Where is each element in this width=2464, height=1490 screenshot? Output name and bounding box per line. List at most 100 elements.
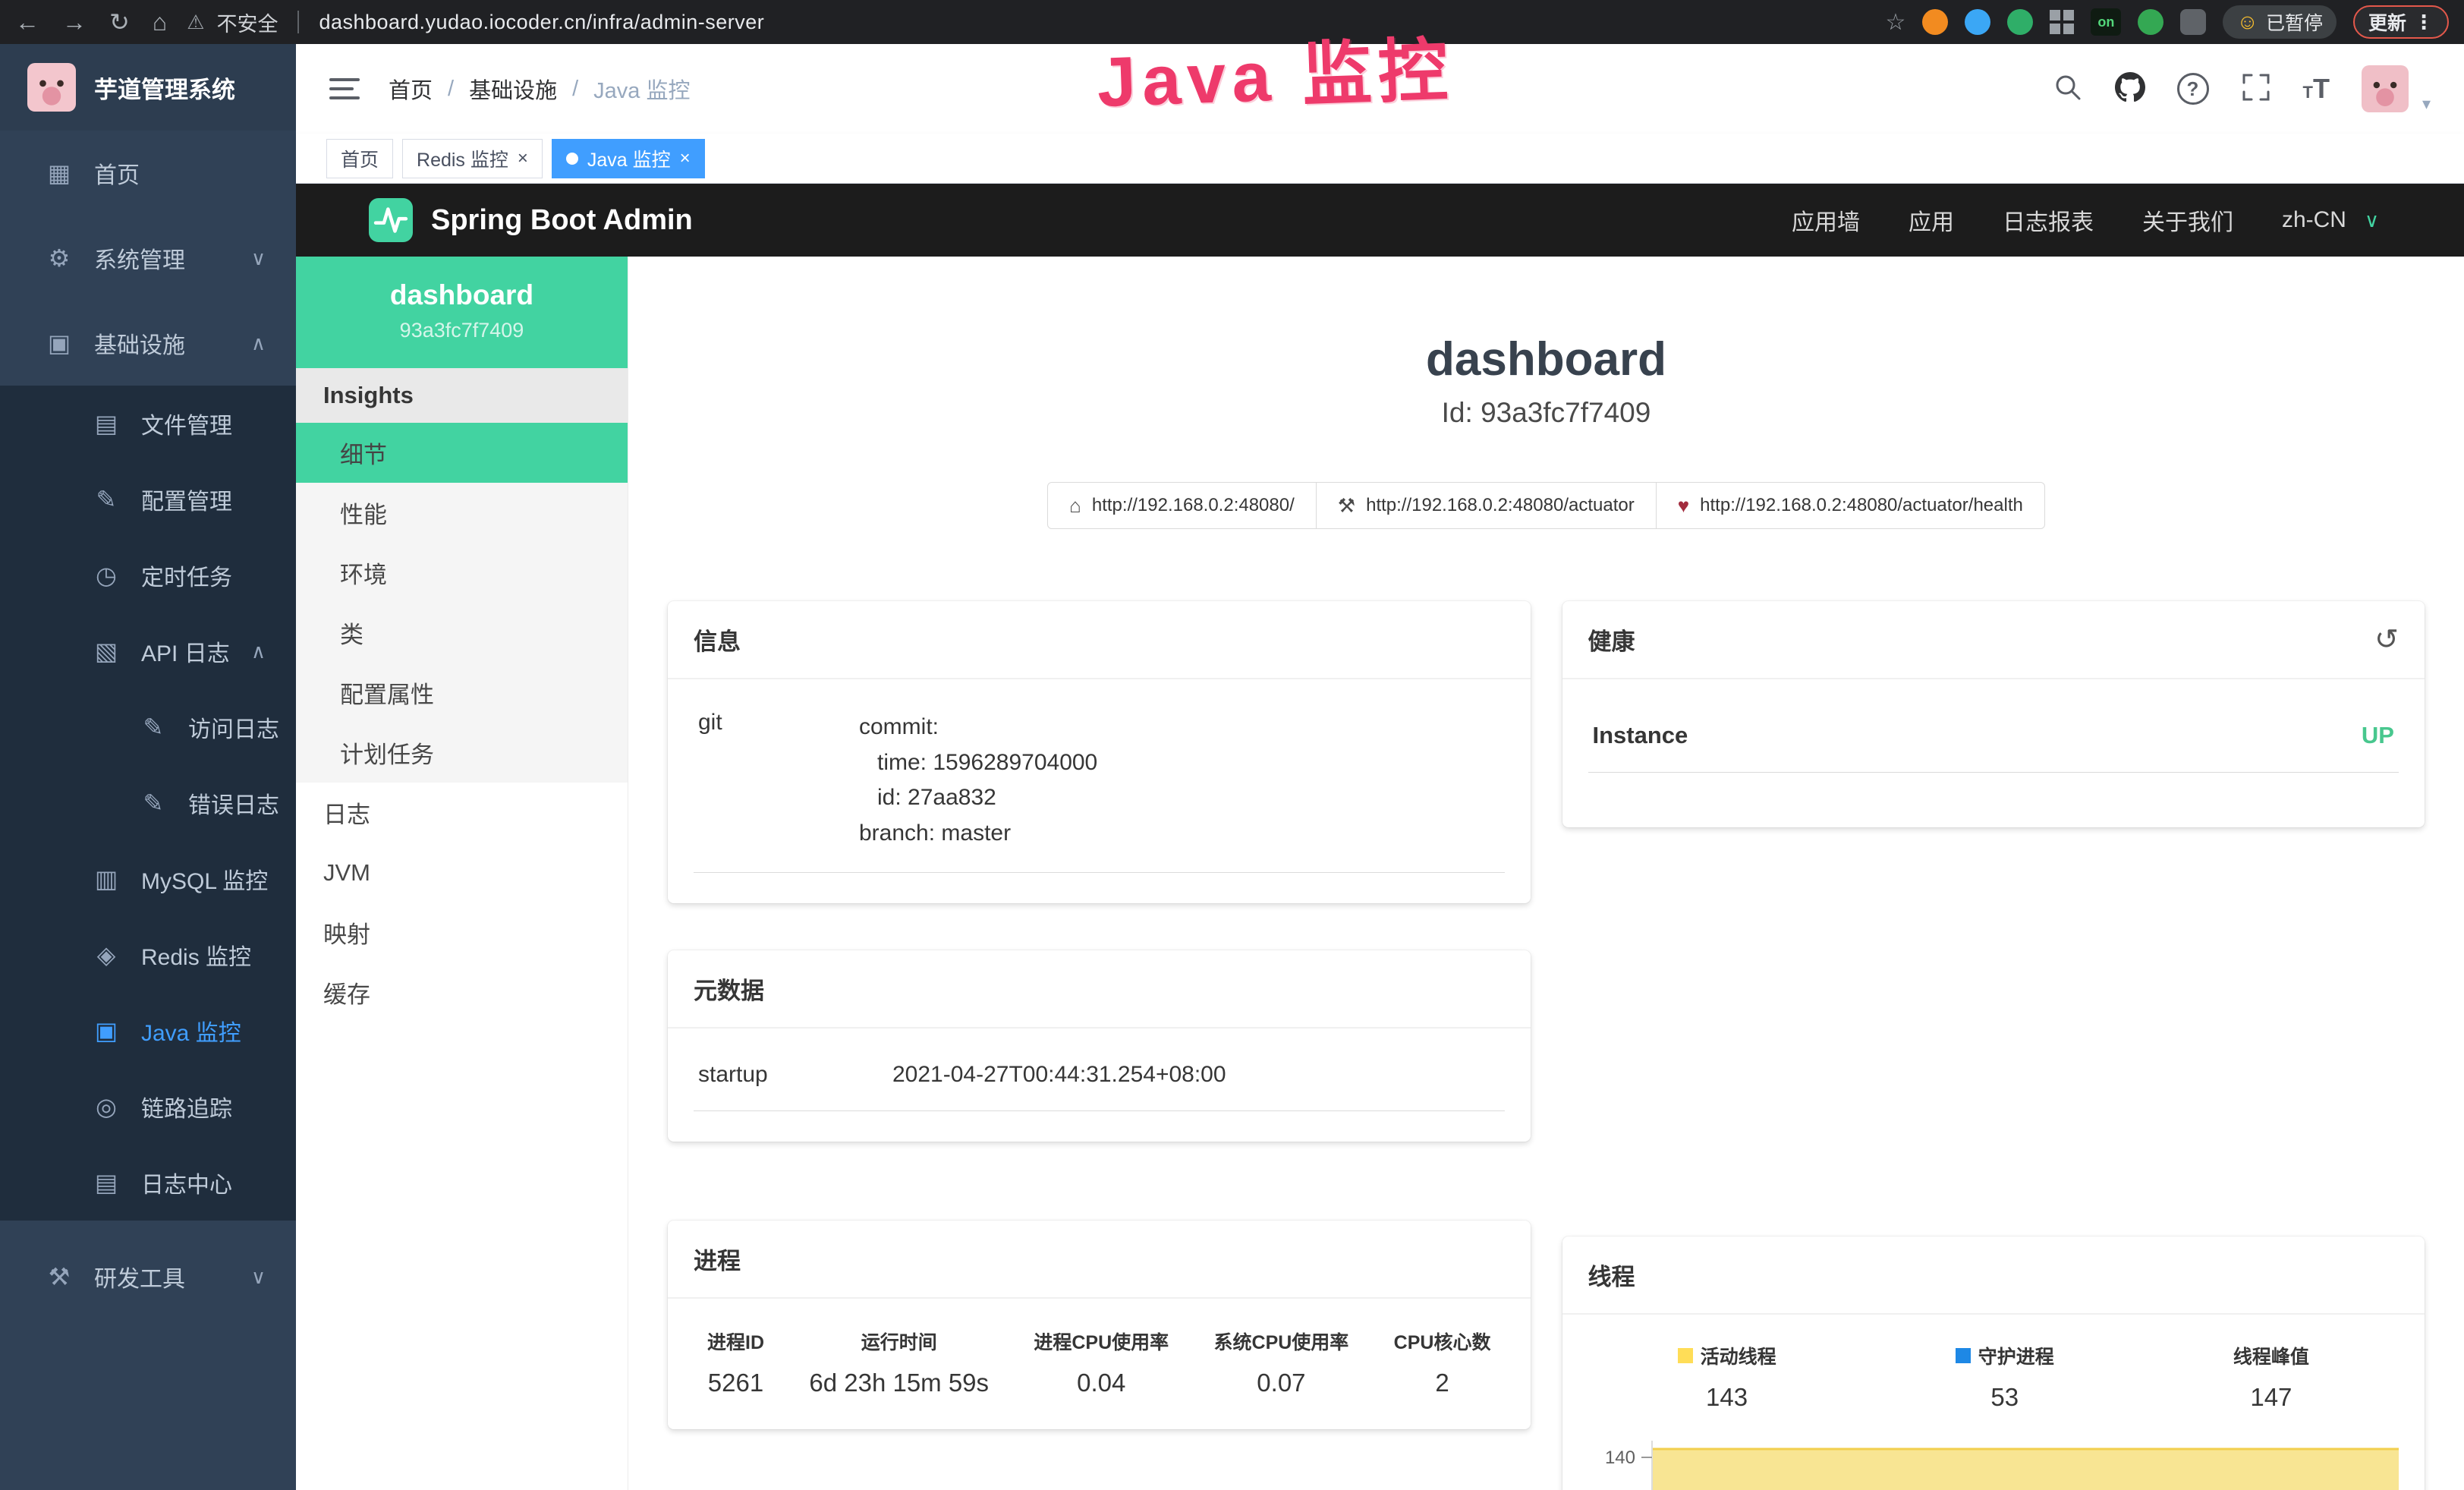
sidebar-item-label: API 日志 [141, 635, 230, 668]
search-icon[interactable] [2053, 72, 2083, 106]
help-icon[interactable]: ? [2177, 73, 2209, 105]
threads-card: 线程 活动线程 143 守护进程 [1562, 1236, 2425, 1490]
leaf-extension-icon[interactable] [2138, 9, 2163, 35]
service-url-button[interactable]: ⌂ http://192.168.0.2:48080/ [1047, 482, 1317, 529]
sidebar-item-api-logs[interactable]: ▧ API 日志 ∧ [0, 613, 296, 689]
redis-icon: ◈ [90, 940, 123, 969]
tag-home[interactable]: 首页 [326, 139, 393, 178]
process-col-value: 5261 [707, 1369, 764, 1397]
chrome-update-button[interactable]: 更新 ⋮ [2353, 5, 2449, 39]
sidebar-item-infrastructure[interactable]: ▣ 基础设施 ∧ [0, 301, 296, 386]
back-icon[interactable]: ← [15, 8, 39, 36]
sba-nav-about[interactable]: 关于我们 [2142, 203, 2233, 237]
sidebar-item-mysql-monitor[interactable]: ▥ MySQL 监控 [0, 841, 296, 917]
sidebar-item-label: 文件管理 [141, 407, 232, 440]
sidebar-item-java-monitor[interactable]: ▣ Java 监控 [0, 993, 296, 1069]
sidebar-item-access-logs[interactable]: ✎ 访问日志 [0, 689, 296, 765]
bookmark-star-icon[interactable]: ☆ [1885, 9, 1905, 36]
blue-swatch-icon [1956, 1348, 1971, 1363]
kebab-menu-icon[interactable]: ⋮ [2414, 11, 2434, 34]
sba-item-classes[interactable]: 类 [296, 603, 628, 663]
sba-nav-wallboard[interactable]: 应用墙 [1792, 203, 1860, 237]
sba-instance-header[interactable]: dashboard 93a3fc7f7409 [296, 257, 628, 368]
page-subtitle: Id: 93a3fc7f7409 [668, 397, 2425, 429]
app-logo[interactable]: 芋道管理系统 [0, 44, 296, 131]
sidebar-item-scheduled-jobs[interactable]: ◷ 定时任务 [0, 537, 296, 613]
fox-extension-icon[interactable] [1922, 9, 1948, 35]
sidebar-item-system-mgmt[interactable]: ⚙ 系统管理 ∨ [0, 216, 296, 301]
forward-icon[interactable]: → [62, 8, 87, 36]
chevron-down-icon: ∨ [251, 247, 266, 270]
sba-nav-applications[interactable]: 应用 [1909, 203, 1954, 237]
sba-item-caches[interactable]: 缓存 [296, 962, 628, 1022]
grid-extension-icon[interactable] [2050, 10, 2074, 34]
sidebar-item-file-mgmt[interactable]: ▤ 文件管理 [0, 386, 296, 461]
health-card-title: 健康 [1588, 622, 1635, 657]
error-log-icon: ✎ [137, 789, 170, 817]
puzzle-extension-icon[interactable] [2180, 9, 2206, 35]
sidebar-item-tracing[interactable]: ◎ 链路追踪 [0, 1069, 296, 1145]
sba-locale-select[interactable]: zh-CN [2282, 207, 2346, 233]
process-col-label: 系统CPU使用率 [1214, 1328, 1349, 1355]
sba-item-scheduled-tasks[interactable]: 计划任务 [296, 723, 628, 783]
sba-item-metrics[interactable]: 性能 [296, 483, 628, 543]
close-icon[interactable]: × [680, 150, 691, 168]
sba-item-jvm[interactable]: JVM [296, 843, 628, 903]
actuator-url: http://192.168.0.2:48080/actuator [1366, 495, 1635, 516]
java-monitor-icon: ▣ [90, 1016, 123, 1045]
smiley-icon: ☺ [2236, 10, 2258, 34]
fullscreen-icon[interactable] [2241, 72, 2271, 106]
sba-nav-journal[interactable]: 日志报表 [2003, 203, 2094, 237]
sidebar-item-redis-monitor[interactable]: ◈ Redis 监控 [0, 917, 296, 993]
mysql-icon: ▥ [90, 865, 123, 893]
paused-badge[interactable]: ☺ 已暂停 [2223, 5, 2337, 39]
legend-label: 线程峰值 [2233, 1342, 2309, 1369]
tag-java-monitor[interactable]: Java 监控 × [552, 139, 705, 178]
history-icon[interactable]: ↺ [2374, 625, 2399, 654]
home-icon[interactable]: ⌂ [153, 8, 167, 36]
tag-label: Redis 监控 [417, 145, 508, 172]
breadcrumb-infrastructure[interactable]: 基础设施 [469, 73, 557, 105]
process-col-pid: 进程ID 5261 [707, 1328, 764, 1397]
refresh-icon[interactable]: ↻ [109, 8, 130, 36]
page-title: dashboard [668, 332, 2425, 386]
github-icon[interactable] [2115, 72, 2145, 106]
font-size-icon[interactable]: TT [2303, 73, 2330, 105]
sba-item-details[interactable]: 细节 [296, 423, 628, 483]
green-extension-icon[interactable] [2007, 9, 2033, 35]
info-card-title: 信息 [694, 622, 741, 657]
drop-extension-icon[interactable] [1965, 9, 1990, 35]
hamburger-icon[interactable] [329, 75, 360, 102]
sba-item-config-props[interactable]: 配置属性 [296, 663, 628, 723]
access-log-icon: ✎ [137, 713, 170, 742]
health-status-badge: UP [2362, 722, 2394, 749]
sba-item-environment[interactable]: 环境 [296, 543, 628, 603]
on-badge-extension-icon[interactable]: on [2091, 8, 2121, 36]
sidebar-item-config-mgmt[interactable]: ✎ 配置管理 [0, 461, 296, 537]
user-avatar[interactable] [2362, 65, 2409, 112]
tag-redis-monitor[interactable]: Redis 监控 × [402, 139, 543, 178]
health-url-button[interactable]: ♥ http://192.168.0.2:48080/actuator/heal… [1656, 482, 2045, 529]
process-col-label: CPU核心数 [1394, 1328, 1491, 1355]
tag-label: Java 监控 [587, 145, 671, 172]
sba-section-insights: Insights [296, 368, 628, 423]
chevron-down-icon: ∨ [2365, 209, 2379, 232]
url-text[interactable]: dashboard.yudao.iocoder.cn/infra/admin-s… [319, 11, 764, 34]
sba-item-logs[interactable]: 日志 [296, 783, 628, 843]
sidebar-item-log-center[interactable]: ▤ 日志中心 [0, 1145, 296, 1221]
breadcrumb-home[interactable]: 首页 [389, 73, 433, 105]
avatar-caret-icon[interactable]: ▾ [2422, 94, 2431, 114]
service-url: http://192.168.0.2:48080/ [1092, 495, 1295, 516]
close-icon[interactable]: × [518, 150, 528, 168]
sba-brand[interactable]: Spring Boot Admin [369, 198, 693, 242]
address-bar[interactable]: ⚠ 不安全 dashboard.yudao.iocoder.cn/infra/a… [187, 8, 1870, 37]
breadcrumb-separator: / [572, 77, 578, 102]
api-log-icon: ▧ [90, 637, 123, 666]
sidebar-item-error-logs[interactable]: ✎ 错误日志 [0, 765, 296, 841]
security-label[interactable]: 不安全 [216, 8, 278, 37]
sidebar-item-home[interactable]: ▦ 首页 [0, 131, 296, 216]
sba-item-mappings[interactable]: 映射 [296, 903, 628, 962]
info-line: branch: master [859, 816, 1500, 852]
actuator-url-button[interactable]: ⚒ http://192.168.0.2:48080/actuator [1316, 482, 1657, 529]
sidebar-item-dev-tools[interactable]: ⚒ 研发工具 ∨ [0, 1234, 296, 1319]
